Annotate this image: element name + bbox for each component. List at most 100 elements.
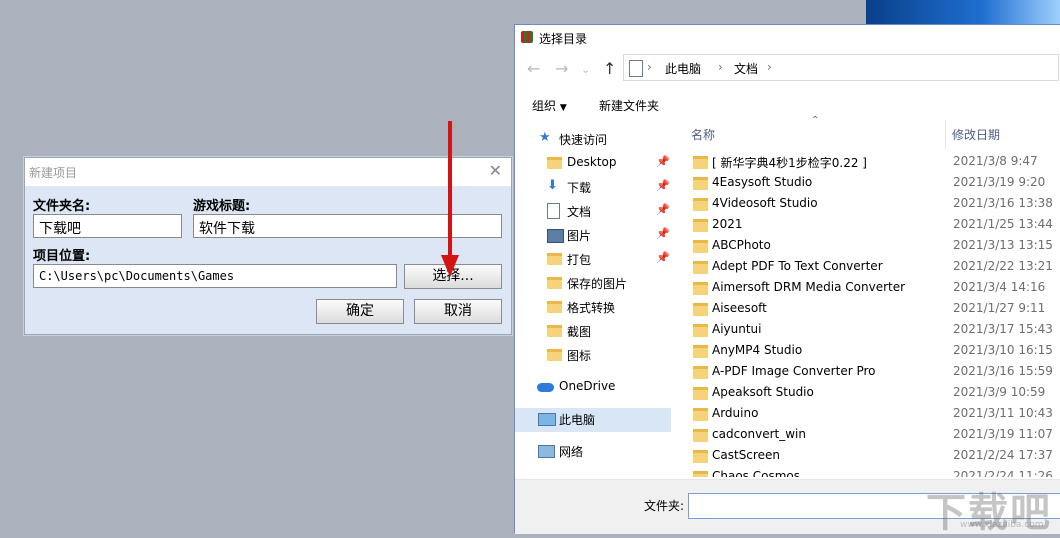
file-row[interactable]: A-PDF Image Converter Pro 2021/3/16 15:59 (691, 362, 1060, 383)
sidebar-item-5[interactable]: 保存的图片 (515, 272, 671, 296)
breadcrumb-separator-icon: › (647, 60, 652, 74)
organize-menu[interactable]: 组织 ▼ (532, 97, 567, 114)
new-folder-button[interactable]: 新建文件夹 (599, 97, 659, 114)
up-arrow-icon[interactable]: ↑ (603, 59, 616, 78)
folder-icon (547, 277, 562, 289)
annotation-arrow-head (441, 255, 459, 277)
sidebar-item-label: 网络 (559, 445, 584, 459)
file-row[interactable]: Aimersoft DRM Media Converter 2021/3/4 14… (691, 278, 1060, 299)
folder-icon (693, 345, 708, 358)
pin-icon[interactable]: 📌 (656, 179, 670, 192)
breadcrumb-documents[interactable]: 文档 (734, 60, 758, 77)
folder-icon (693, 366, 708, 379)
folder-name-label: 文件夹名: (33, 199, 91, 214)
sidebar-item-6[interactable]: 格式转换 (515, 296, 671, 320)
sidebar-item-label: 此电脑 (559, 413, 596, 427)
close-icon[interactable]: ✕ (489, 161, 502, 180)
sidebar-item-label: 截图 (567, 325, 592, 339)
sidebar-quick-access[interactable]: ★ 快速访问 (515, 128, 671, 152)
recent-chevron-icon[interactable]: ⌄ (581, 63, 590, 76)
breadcrumb-separator-icon: › (718, 60, 723, 74)
folder-icon (693, 282, 708, 295)
column-header-modified[interactable]: 修改日期 (952, 126, 1000, 143)
folder-icon (693, 387, 708, 400)
file-row[interactable]: ABCPhoto 2021/3/13 13:15 (691, 236, 1060, 257)
picture-icon (547, 229, 564, 243)
sidebar-item-7[interactable]: 截图 (515, 320, 671, 344)
file-row[interactable]: Aiseesoft 2021/1/27 9:11 (691, 299, 1060, 320)
sidebar-onedrive[interactable]: OneDrive (515, 376, 671, 400)
sidebar-item-8[interactable]: 图标 (515, 344, 671, 368)
document-icon (547, 203, 560, 219)
file-date: 2021/1/25 13:44 (953, 217, 1053, 231)
file-name: cadconvert_win (712, 427, 806, 441)
file-row[interactable]: [ 新华字典4秒1步检字0.22 ] 2021/3/8 9:47 (691, 152, 1060, 173)
game-title-input[interactable]: 软件下载 (193, 214, 502, 238)
column-header-name[interactable]: 名称 (691, 126, 715, 143)
pin-icon[interactable]: 📌 (656, 251, 670, 264)
sidebar-item-label: 文档 (567, 205, 592, 219)
sidebar-this-pc[interactable]: 此电脑 (515, 408, 671, 432)
sidebar-item-label: 图标 (567, 349, 592, 363)
sidebar-item-2[interactable]: 文档 📌 (515, 200, 671, 224)
breadcrumb-this-pc[interactable]: 此电脑 (665, 60, 701, 77)
sidebar-network[interactable]: 网络 (515, 440, 671, 464)
annotation-arrow-line (448, 121, 452, 259)
pin-icon[interactable]: 📌 (656, 203, 670, 216)
sidebar-item-4[interactable]: 打包 📌 (515, 248, 671, 272)
file-name: 2021 (712, 217, 743, 231)
location-input[interactable]: C:\Users\pc\Documents\Games (33, 264, 397, 288)
file-row[interactable]: 4Videosoft Studio 2021/3/16 13:38 (691, 194, 1060, 215)
download-icon: ⬇ (547, 178, 558, 193)
sidebar-item-0[interactable]: Desktop 📌 (515, 152, 671, 176)
sidebar-item-3[interactable]: 图片 📌 (515, 224, 671, 248)
file-date: 2021/3/19 11:07 (953, 427, 1053, 441)
file-row[interactable]: CastScreen 2021/2/24 17:37 (691, 446, 1060, 467)
file-date: 2021/2/24 17:37 (953, 448, 1053, 462)
file-date: 2021/3/9 10:59 (953, 385, 1046, 399)
file-row[interactable]: 2021 2021/1/25 13:44 (691, 215, 1060, 236)
folder-icon (693, 261, 708, 274)
file-row[interactable]: Aiyuntui 2021/3/17 15:43 (691, 320, 1060, 341)
game-title-label: 游戏标题: (193, 199, 251, 214)
file-name: AnyMP4 Studio (712, 343, 803, 357)
file-row[interactable]: AnyMP4 Studio 2021/3/10 16:15 (691, 341, 1060, 362)
file-date: 2021/3/16 15:59 (953, 364, 1053, 378)
folder-name-input[interactable]: 下载吧 (33, 214, 182, 238)
folder-icon (693, 324, 708, 337)
file-name: CastScreen (712, 448, 780, 462)
file-name: Aimersoft DRM Media Converter (712, 280, 906, 294)
folder-icon (547, 253, 562, 265)
back-arrow-icon[interactable]: ← (527, 59, 540, 78)
file-row[interactable]: Apeaksoft Studio 2021/3/9 10:59 (691, 383, 1060, 404)
sidebar-item-label: 打包 (567, 253, 592, 267)
file-row[interactable]: cadconvert_win 2021/3/19 11:07 (691, 425, 1060, 446)
file-row[interactable]: Arduino 2021/3/11 10:43 (691, 404, 1060, 425)
sidebar-item-label: Desktop (567, 155, 617, 169)
address-bar[interactable]: › 此电脑 › 文档 › (623, 54, 1059, 81)
file-name: Arduino (712, 406, 759, 420)
file-name: 4Videosoft Studio (712, 196, 818, 210)
column-divider[interactable] (945, 121, 946, 149)
star-icon: ★ (539, 130, 551, 145)
ok-button[interactable]: 确定 (316, 299, 404, 324)
organize-label: 组织 (532, 99, 557, 113)
file-row[interactable]: 4Easysoft Studio 2021/3/19 9:20 (691, 173, 1060, 194)
pin-icon[interactable]: 📌 (656, 155, 670, 168)
folder-icon (693, 429, 708, 442)
new-project-dialog: 新建项目 ✕ 文件夹名: 游戏标题: 下载吧 软件下载 项目位置: C:\Use… (24, 157, 512, 335)
file-row[interactable]: Adept PDF To Text Converter 2021/2/22 13:… (691, 257, 1060, 278)
file-row[interactable]: Chaos Cosmos 2021/2/24 11:26 (691, 467, 1060, 477)
cancel-button[interactable]: 取消 (414, 299, 502, 324)
network-icon (538, 445, 555, 458)
folder-icon (693, 219, 708, 232)
sidebar-item-label: 图片 (567, 229, 592, 243)
forward-arrow-icon[interactable]: → (555, 59, 568, 78)
document-icon (629, 60, 643, 77)
pin-icon[interactable]: 📌 (656, 227, 670, 240)
computer-icon (538, 413, 556, 426)
folder-icon (693, 198, 708, 211)
folder-icon (547, 157, 562, 169)
folder-icon (693, 156, 708, 169)
sidebar-item-1[interactable]: ⬇ 下载 📌 (515, 176, 671, 200)
